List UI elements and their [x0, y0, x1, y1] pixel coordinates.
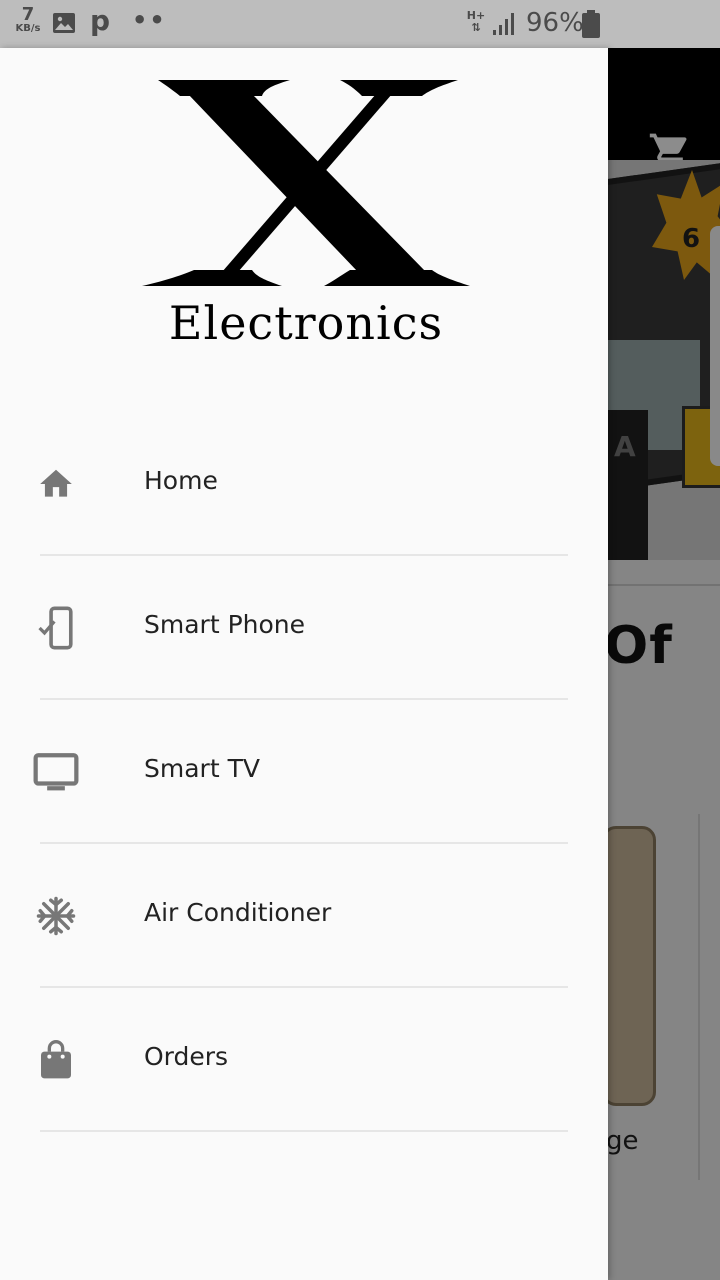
navigation-drawer: Electronics Home Smart Phone Smart TV Ai… [0, 48, 608, 1280]
network-speed-unit: KB/s [15, 23, 41, 34]
menu-divider [40, 1130, 568, 1132]
home-icon [32, 462, 80, 506]
network-speed-value: 7 [21, 4, 35, 25]
drawer-menu: Home Smart Phone Smart TV Air Conditione… [0, 412, 608, 1132]
menu-item-smart-phone[interactable]: Smart Phone [0, 556, 608, 700]
network-type: H+ ⇅ [466, 9, 486, 35]
network-speed: 7 KB/s [12, 6, 44, 34]
menu-item-orders[interactable]: Orders [0, 988, 608, 1132]
signal-strength-icon [493, 13, 514, 35]
battery-icon [582, 10, 600, 38]
tv-icon [32, 750, 80, 794]
logo-wordmark: Electronics [168, 296, 444, 350]
menu-item-air-conditioner[interactable]: Air Conditioner [0, 844, 608, 988]
menu-item-label: Air Conditioner [144, 898, 332, 927]
battery-percent: 96% [526, 8, 584, 38]
smartphone-check-icon [32, 606, 80, 650]
app-logo: Electronics [140, 76, 472, 350]
menu-item-label: Orders [144, 1042, 229, 1071]
data-activity-icon: ⇅ [471, 21, 481, 35]
logo-x-mark [142, 80, 470, 286]
gallery-notification-icon [53, 13, 75, 33]
snowflake-icon [32, 894, 80, 938]
menu-item-label: Smart Phone [144, 610, 306, 639]
menu-item-label: Home [144, 466, 218, 495]
shopping-bag-icon [32, 1038, 80, 1082]
more-notifications-icon: •• [132, 6, 167, 34]
status-bar: 7 KB/s p •• H+ ⇅ 96% [0, 0, 720, 48]
menu-item-home[interactable]: Home [0, 412, 608, 556]
app-notification-icon: p [90, 4, 111, 37]
menu-item-label: Smart TV [144, 754, 260, 783]
menu-item-smart-tv[interactable]: Smart TV [0, 700, 608, 844]
